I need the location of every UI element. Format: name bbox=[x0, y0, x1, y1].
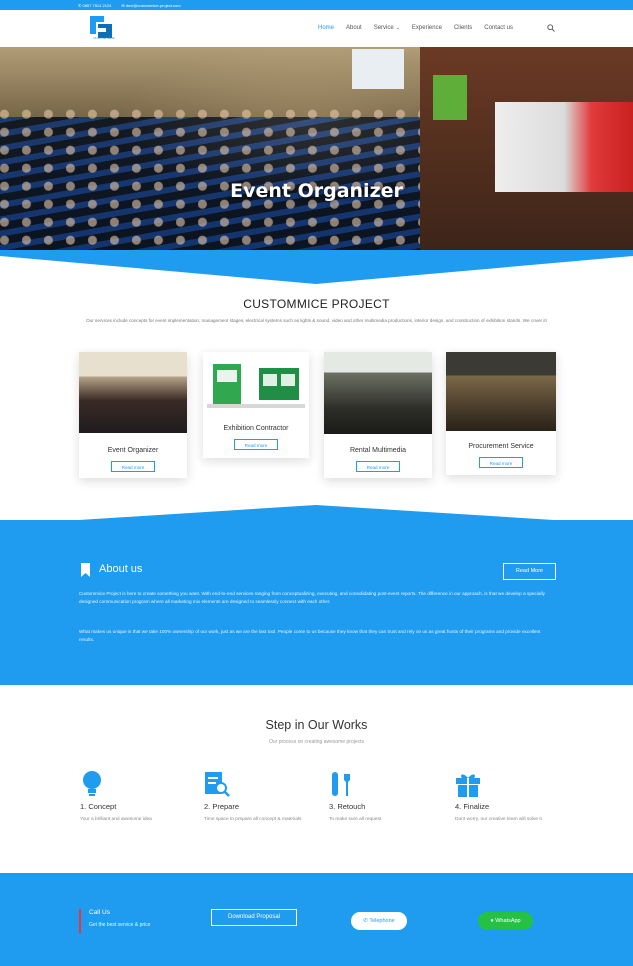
step-title: 3. Retouch bbox=[329, 802, 366, 811]
intro-title: CUSTOMMICE PROJECT bbox=[243, 297, 390, 311]
nav-item-about[interactable]: About bbox=[346, 25, 362, 31]
nav-item-home[interactable]: Home bbox=[318, 25, 334, 31]
read-more-button[interactable]: Read more bbox=[234, 439, 278, 450]
steps-title: Step in Our Works bbox=[265, 718, 368, 732]
gift-icon bbox=[456, 774, 480, 797]
chevron-down-icon: ⌄ bbox=[395, 25, 400, 31]
document-search-icon bbox=[205, 772, 230, 797]
about-read-more-button[interactable]: Read More bbox=[503, 563, 556, 580]
service-title: Event Organizer bbox=[107, 447, 159, 454]
footer-cta bbox=[0, 873, 633, 966]
about-title: About us bbox=[99, 563, 143, 575]
intro-description: Our services include concepts for event … bbox=[86, 318, 547, 323]
hero-background bbox=[352, 49, 404, 89]
section-divider bbox=[0, 250, 633, 284]
service-image bbox=[324, 352, 432, 434]
service-image bbox=[203, 352, 309, 415]
read-more-button[interactable]: Read more bbox=[111, 461, 155, 472]
hero-background bbox=[495, 102, 633, 192]
service-title: Exhibition Contractor bbox=[223, 425, 289, 432]
top-bar: ✆ 0857 7514 2124 ✉ devi@custommice-proje… bbox=[0, 0, 633, 10]
nav-item-experience[interactable]: Experience bbox=[412, 25, 442, 31]
step-description: Dont worry, our creative team will solve… bbox=[455, 817, 542, 822]
steps-subtitle: Our process on creating awesome projects bbox=[268, 739, 365, 745]
search-icon[interactable] bbox=[547, 24, 555, 32]
tools-icon bbox=[332, 772, 350, 796]
telephone-button[interactable]: ✆ Telephone bbox=[351, 912, 407, 930]
about-paragraph: What makes us unique is that we take 100… bbox=[79, 629, 541, 642]
hero-slider[interactable]: Event Organizer bbox=[0, 47, 633, 255]
step-description: Your a brilliant and awesome idea bbox=[80, 817, 152, 822]
service-image bbox=[446, 352, 556, 431]
call-us-title: Call Us bbox=[89, 909, 110, 916]
service-card-procurement-service[interactable]: Procurement Service Read more bbox=[446, 352, 556, 475]
service-title: Procurement Service bbox=[468, 443, 534, 450]
lightbulb-icon bbox=[83, 771, 101, 796]
step-title: 1. Concept bbox=[80, 802, 117, 811]
whatsapp-button[interactable]: ● WhatsApp bbox=[478, 912, 533, 930]
step-title: 4. Finalize bbox=[455, 802, 490, 811]
about-paragraph: Custommice Project is here to create som… bbox=[79, 591, 545, 604]
read-more-button[interactable]: Read more bbox=[479, 457, 523, 468]
service-card-event-organizer[interactable]: Event Organizer Read more bbox=[79, 352, 187, 478]
hero-title: Event Organizer bbox=[230, 180, 403, 202]
nav-item-clients[interactable]: Clients bbox=[454, 25, 472, 31]
phone-text[interactable]: ✆ 0857 7514 2124 bbox=[78, 3, 111, 8]
nav-item-contact[interactable]: Contact us bbox=[484, 25, 513, 31]
service-image bbox=[79, 352, 187, 433]
logo-text: CUSTOM MICE bbox=[93, 36, 115, 40]
accent-bar bbox=[79, 909, 81, 933]
hero-background bbox=[433, 75, 467, 120]
call-us-subtitle: Get the best service & price bbox=[89, 922, 151, 928]
step-title: 2. Prepare bbox=[204, 802, 240, 811]
main-nav: Home About Service ⌄ Experience Clients C… bbox=[318, 25, 513, 31]
nav-item-service[interactable]: Service ⌄ bbox=[374, 25, 400, 31]
bookmark-icon bbox=[81, 563, 90, 577]
email-text[interactable]: ✉ devi@custommice-project.com bbox=[121, 3, 180, 8]
step-description: Time space to prepare all concept & mate… bbox=[204, 817, 302, 822]
read-more-button[interactable]: Read more bbox=[356, 461, 400, 472]
service-title: Rental Multimedia bbox=[349, 447, 407, 454]
service-card-rental-multimedia[interactable]: Rental Multimedia Read more bbox=[324, 352, 432, 478]
download-proposal-button[interactable]: Download Proposal bbox=[211, 909, 297, 926]
service-card-exhibition-contractor[interactable]: Exhibition Contractor Read more bbox=[203, 352, 309, 458]
step-description: To make sure all request bbox=[329, 817, 382, 822]
